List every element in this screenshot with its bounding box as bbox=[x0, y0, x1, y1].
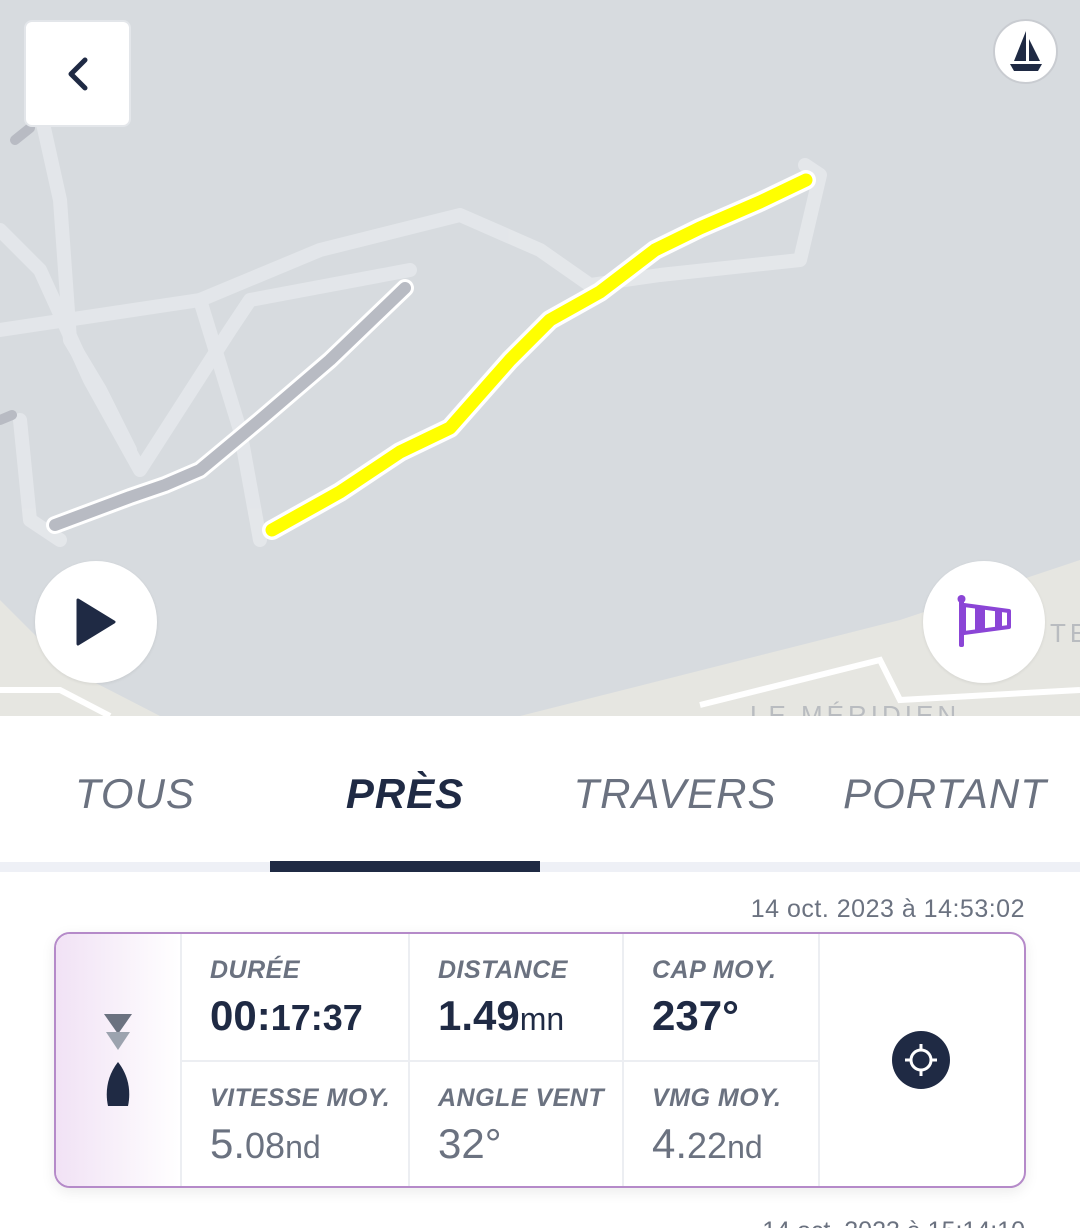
stat-cap-label: CAP MOY. bbox=[652, 956, 777, 984]
upwind-boat-icon bbox=[104, 1014, 132, 1106]
point-of-sail-tabs: TOUS PRÈS TRAVERS PORTANT bbox=[0, 716, 1080, 872]
tab-track bbox=[0, 862, 1080, 872]
inactive-track-stub bbox=[10, 123, 35, 145]
stat-vmg-value: 4.22nd bbox=[652, 1120, 763, 1168]
stat-distance-value: 1.49mn bbox=[438, 992, 564, 1040]
boat-button[interactable] bbox=[993, 19, 1058, 84]
next-session-timestamp: 14 oct. 2023 à 15:14:10 bbox=[762, 1217, 1025, 1228]
windsock-icon bbox=[957, 595, 1011, 647]
stat-vitesse-unit: nd bbox=[285, 1129, 321, 1165]
crosshair-icon bbox=[905, 1044, 937, 1076]
faint-tracks bbox=[0, 103, 827, 547]
map-tracks bbox=[0, 103, 1080, 716]
stat-vmg: VMG MOY. 4.22nd bbox=[624, 1062, 820, 1186]
active-track bbox=[265, 173, 813, 537]
card-side bbox=[56, 934, 182, 1186]
locate-area bbox=[818, 934, 1024, 1186]
play-icon bbox=[76, 598, 116, 646]
stat-duree-hours: 00: bbox=[210, 992, 271, 1039]
stat-duree-label: DURÉE bbox=[210, 956, 301, 984]
stat-vmg-main: 4. bbox=[652, 1120, 688, 1167]
locate-button[interactable] bbox=[892, 1031, 950, 1089]
stat-duree-value: 00:17:37 bbox=[210, 992, 363, 1040]
tab-portant[interactable]: PORTANT bbox=[810, 716, 1080, 872]
wind-button[interactable] bbox=[923, 561, 1045, 683]
tab-pres[interactable]: PRÈS bbox=[270, 716, 540, 872]
stat-angle: ANGLE VENT 32° bbox=[410, 1062, 624, 1186]
stat-distance-number: 1.49 bbox=[438, 992, 520, 1039]
stat-vmg-unit: nd bbox=[727, 1129, 763, 1165]
stat-vitesse-value: 5.08nd bbox=[210, 1120, 321, 1168]
tab-travers[interactable]: TRAVERS bbox=[540, 716, 810, 872]
session-card[interactable]: DURÉE 00:17:37 DISTANCE 1.49mn CAP MOY. … bbox=[54, 932, 1026, 1188]
stat-distance-unit: mn bbox=[519, 1001, 565, 1037]
inactive-track-stub-2 bbox=[0, 410, 17, 425]
stat-vmg-dec: 22 bbox=[687, 1125, 728, 1166]
stat-cap: CAP MOY. 237° bbox=[624, 934, 820, 1062]
play-button[interactable] bbox=[35, 561, 157, 683]
stat-duree: DURÉE 00:17:37 bbox=[182, 934, 410, 1062]
stat-vmg-label: VMG MOY. bbox=[652, 1084, 782, 1112]
stat-vitesse-main: 5. bbox=[210, 1120, 246, 1167]
back-button[interactable] bbox=[24, 20, 131, 127]
stat-angle-label: ANGLE VENT bbox=[438, 1084, 605, 1112]
tab-tous[interactable]: TOUS bbox=[0, 716, 270, 872]
map-label-meridien: LE MÉRIDIEN bbox=[750, 700, 961, 716]
stat-distance: DISTANCE 1.49mn bbox=[410, 934, 624, 1062]
sailboat-icon bbox=[1009, 30, 1042, 71]
map-view[interactable]: LE MÉRIDIEN TE bbox=[0, 0, 1080, 716]
tab-active-indicator bbox=[270, 861, 540, 872]
stat-angle-value: 32° bbox=[438, 1120, 502, 1167]
map-label-te: TE bbox=[1050, 618, 1080, 648]
session-timestamp: 14 oct. 2023 à 14:53:02 bbox=[750, 895, 1025, 923]
stat-duree-rest: 17:37 bbox=[270, 997, 363, 1038]
session-list[interactable]: 14 oct. 2023 à 14:53:02 DURÉE 00:17:37 D… bbox=[0, 872, 1080, 1228]
stat-vitesse-label: VITESSE MOY. bbox=[210, 1084, 391, 1112]
stat-cap-value: 237° bbox=[652, 992, 739, 1039]
chevron-left-icon bbox=[68, 57, 87, 90]
stat-vitesse: VITESSE MOY. 5.08nd bbox=[182, 1062, 410, 1186]
stat-vitesse-dec: 08 bbox=[245, 1125, 286, 1166]
stat-distance-label: DISTANCE bbox=[438, 956, 568, 984]
